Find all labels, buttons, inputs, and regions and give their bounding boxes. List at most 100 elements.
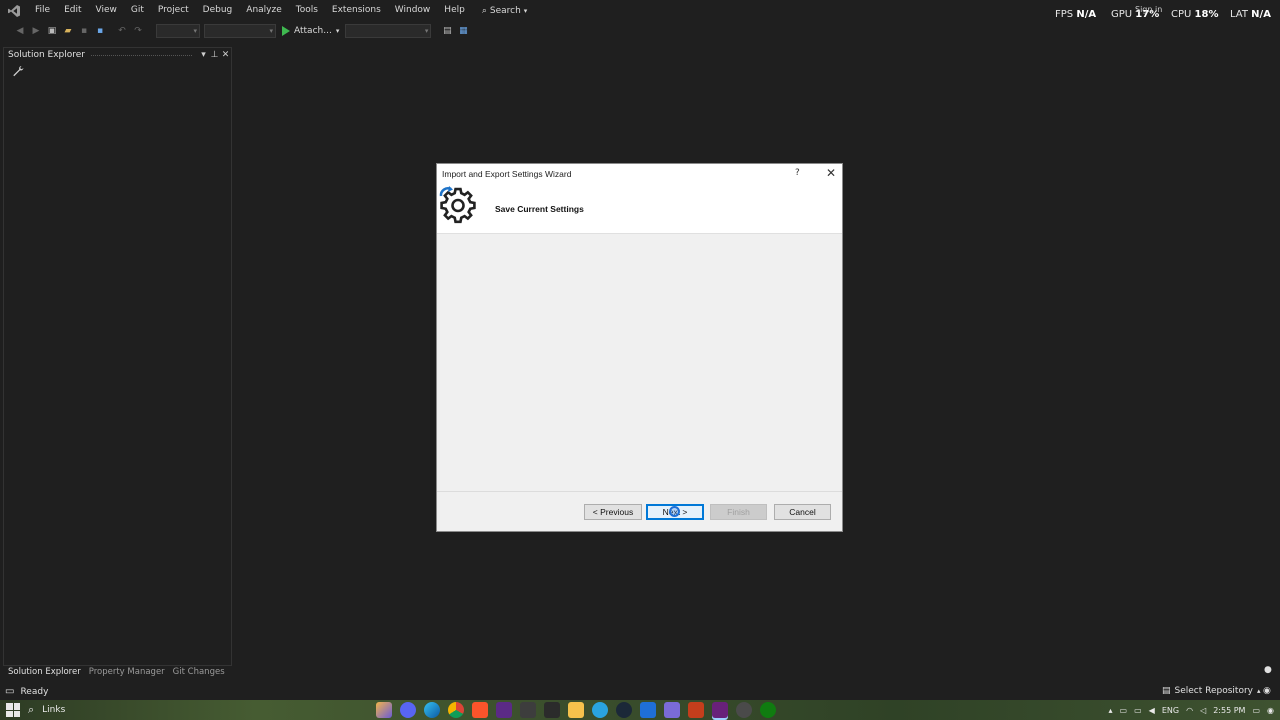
finish-button: Finish — [710, 504, 767, 520]
settings-gear-icon — [439, 186, 476, 224]
microphone-icon[interactable]: ● — [1264, 665, 1272, 675]
notes-icon[interactable]: ▭ — [1252, 706, 1260, 715]
menu-edit[interactable]: Edit — [57, 0, 88, 21]
solution-explorer-panel: Solution Explorer ▾ ⊥ ✕ — [3, 47, 232, 666]
wifi-icon[interactable]: ◠ — [1186, 706, 1193, 715]
comment-icon: ▭ — [5, 686, 15, 697]
vpn-icon[interactable] — [640, 702, 656, 718]
layout-icon[interactable]: ▦ — [455, 23, 471, 39]
previous-button[interactable]: < Previous — [584, 504, 642, 520]
visual-studio-icon[interactable] — [712, 702, 728, 718]
menu-debug[interactable]: Debug — [196, 0, 240, 21]
chevron-up-icon[interactable]: ▴ — [1109, 706, 1113, 715]
select-repository-button[interactable]: ▤ Select Repository ▴ — [1162, 686, 1261, 696]
menu-view[interactable]: View — [89, 0, 124, 21]
solution-explorer-header: Solution Explorer ▾ ⊥ ✕ — [4, 48, 231, 62]
lat-readout: LAT N/A — [1230, 9, 1271, 20]
taskbar-search[interactable]: ⌕ Links — [6, 703, 65, 717]
search-icon: ⌕ — [481, 5, 487, 16]
menu-tools[interactable]: Tools — [289, 0, 325, 21]
play-icon — [282, 25, 290, 36]
wrench-icon[interactable] — [12, 65, 24, 77]
sign-in-link[interactable]: Sign in — [1135, 5, 1162, 14]
save-all-icon[interactable]: ▪ — [92, 23, 108, 39]
chevron-up-icon: ▴ — [1257, 687, 1261, 695]
edge-icon[interactable] — [424, 702, 440, 718]
menu-file[interactable]: File — [28, 0, 57, 21]
file-explorer-icon[interactable] — [568, 702, 584, 718]
folder-icon[interactable]: ▭ — [1120, 706, 1128, 715]
terminal-icon[interactable] — [544, 702, 560, 718]
help-button[interactable]: ? — [795, 168, 800, 178]
menu-git[interactable]: Git — [124, 0, 151, 21]
target-dropdown[interactable] — [345, 23, 432, 38]
menu-extensions[interactable]: Extensions — [325, 0, 388, 21]
brave-icon[interactable] — [472, 702, 488, 718]
tab-solution-explorer[interactable]: Solution Explorer — [4, 666, 85, 679]
dialog-heading: Save Current Settings — [495, 204, 584, 214]
notification-icon[interactable]: ◉ — [1267, 706, 1274, 715]
xbox-icon[interactable] — [760, 702, 776, 718]
system-tray: ▴ ▭ ▭ ◀ ENG ◠ ◁ 2:55 PM ▭ ◉ — [1109, 700, 1274, 720]
clock[interactable]: 2:55 PM — [1213, 706, 1245, 715]
chevron-down-icon[interactable]: ▾ — [198, 50, 209, 60]
speaker-icon[interactable]: ◁ — [1200, 706, 1206, 715]
fps-readout: FPS N/A — [1055, 9, 1097, 20]
cancel-button[interactable]: Cancel — [774, 504, 831, 520]
dialog-titlebar: Import and Export Settings Wizard ? ✕ — [437, 164, 842, 184]
platform-dropdown[interactable] — [204, 23, 276, 38]
close-icon[interactable]: ✕ — [220, 50, 231, 60]
tab-property-manager[interactable]: Property Manager — [85, 666, 169, 679]
steam-icon[interactable] — [616, 702, 632, 718]
mouse-cursor-icon — [669, 506, 680, 517]
browse-icon[interactable]: ▤ — [439, 23, 455, 39]
attach-button[interactable]: Attach... ▾ — [278, 25, 343, 36]
discord-icon[interactable] — [400, 702, 416, 718]
cpu-readout: CPU 18% — [1171, 9, 1219, 20]
telegram-icon[interactable] — [592, 702, 608, 718]
notification-bell-icon[interactable]: ◉ — [1263, 686, 1271, 696]
search-label: Search — [489, 5, 521, 16]
status-text: Ready — [20, 686, 49, 697]
visual-studio-logo-icon[interactable] — [0, 0, 28, 21]
footer-divider — [437, 491, 842, 492]
settings-wizard-dialog: Import and Export Settings Wizard ? ✕ Sa… — [436, 163, 843, 532]
repository-icon: ▤ — [1162, 686, 1171, 696]
configuration-dropdown[interactable] — [156, 23, 200, 38]
forward-icon[interactable]: ▶ — [28, 23, 44, 39]
volume-icon[interactable]: ◀ — [1149, 706, 1155, 715]
copilot-icon[interactable] — [376, 702, 392, 718]
taskbar-apps — [376, 702, 776, 718]
settings-icon[interactable] — [736, 702, 752, 718]
tab-git-changes[interactable]: Git Changes — [169, 666, 229, 679]
new-project-icon[interactable]: ▣ — [44, 23, 60, 39]
undo-icon[interactable]: ↶ — [114, 23, 130, 39]
back-icon[interactable]: ◀ — [12, 23, 28, 39]
select-repository-label: Select Repository — [1174, 686, 1253, 696]
menu-help[interactable]: Help — [437, 0, 472, 21]
pin-icon[interactable]: ⊥ — [209, 50, 220, 60]
powerpoint-icon[interactable] — [688, 702, 704, 718]
pen-icon[interactable] — [664, 702, 680, 718]
menu-analyze[interactable]: Analyze — [239, 0, 288, 21]
windows-start-icon[interactable] — [6, 703, 20, 717]
calculator-icon[interactable] — [520, 702, 536, 718]
network-icon[interactable]: ▭ — [1134, 706, 1142, 715]
menu-window[interactable]: Window — [388, 0, 438, 21]
taskbar-search-label: Links — [42, 705, 66, 715]
bottom-tab-strip: Solution Explorer Property Manager Git C… — [0, 666, 232, 679]
language-indicator[interactable]: ENG — [1162, 706, 1179, 715]
search-menu[interactable]: ⌕ Search ▾ — [476, 6, 533, 16]
dialog-header: Save Current Settings — [437, 184, 842, 234]
dialog-title: Import and Export Settings Wizard — [442, 169, 572, 179]
chrome-icon[interactable] — [448, 702, 464, 718]
close-button[interactable]: ✕ — [824, 166, 838, 180]
status-ready: ▭ Ready — [0, 686, 48, 697]
menu-project[interactable]: Project — [151, 0, 196, 21]
attach-label: Attach... — [294, 25, 332, 36]
redo-icon[interactable]: ↷ — [130, 23, 146, 39]
app-icon[interactable] — [496, 702, 512, 718]
open-folder-icon[interactable]: ▰ — [60, 23, 76, 39]
search-icon: ⌕ — [28, 703, 35, 716]
save-icon[interactable]: ▪ — [76, 23, 92, 39]
